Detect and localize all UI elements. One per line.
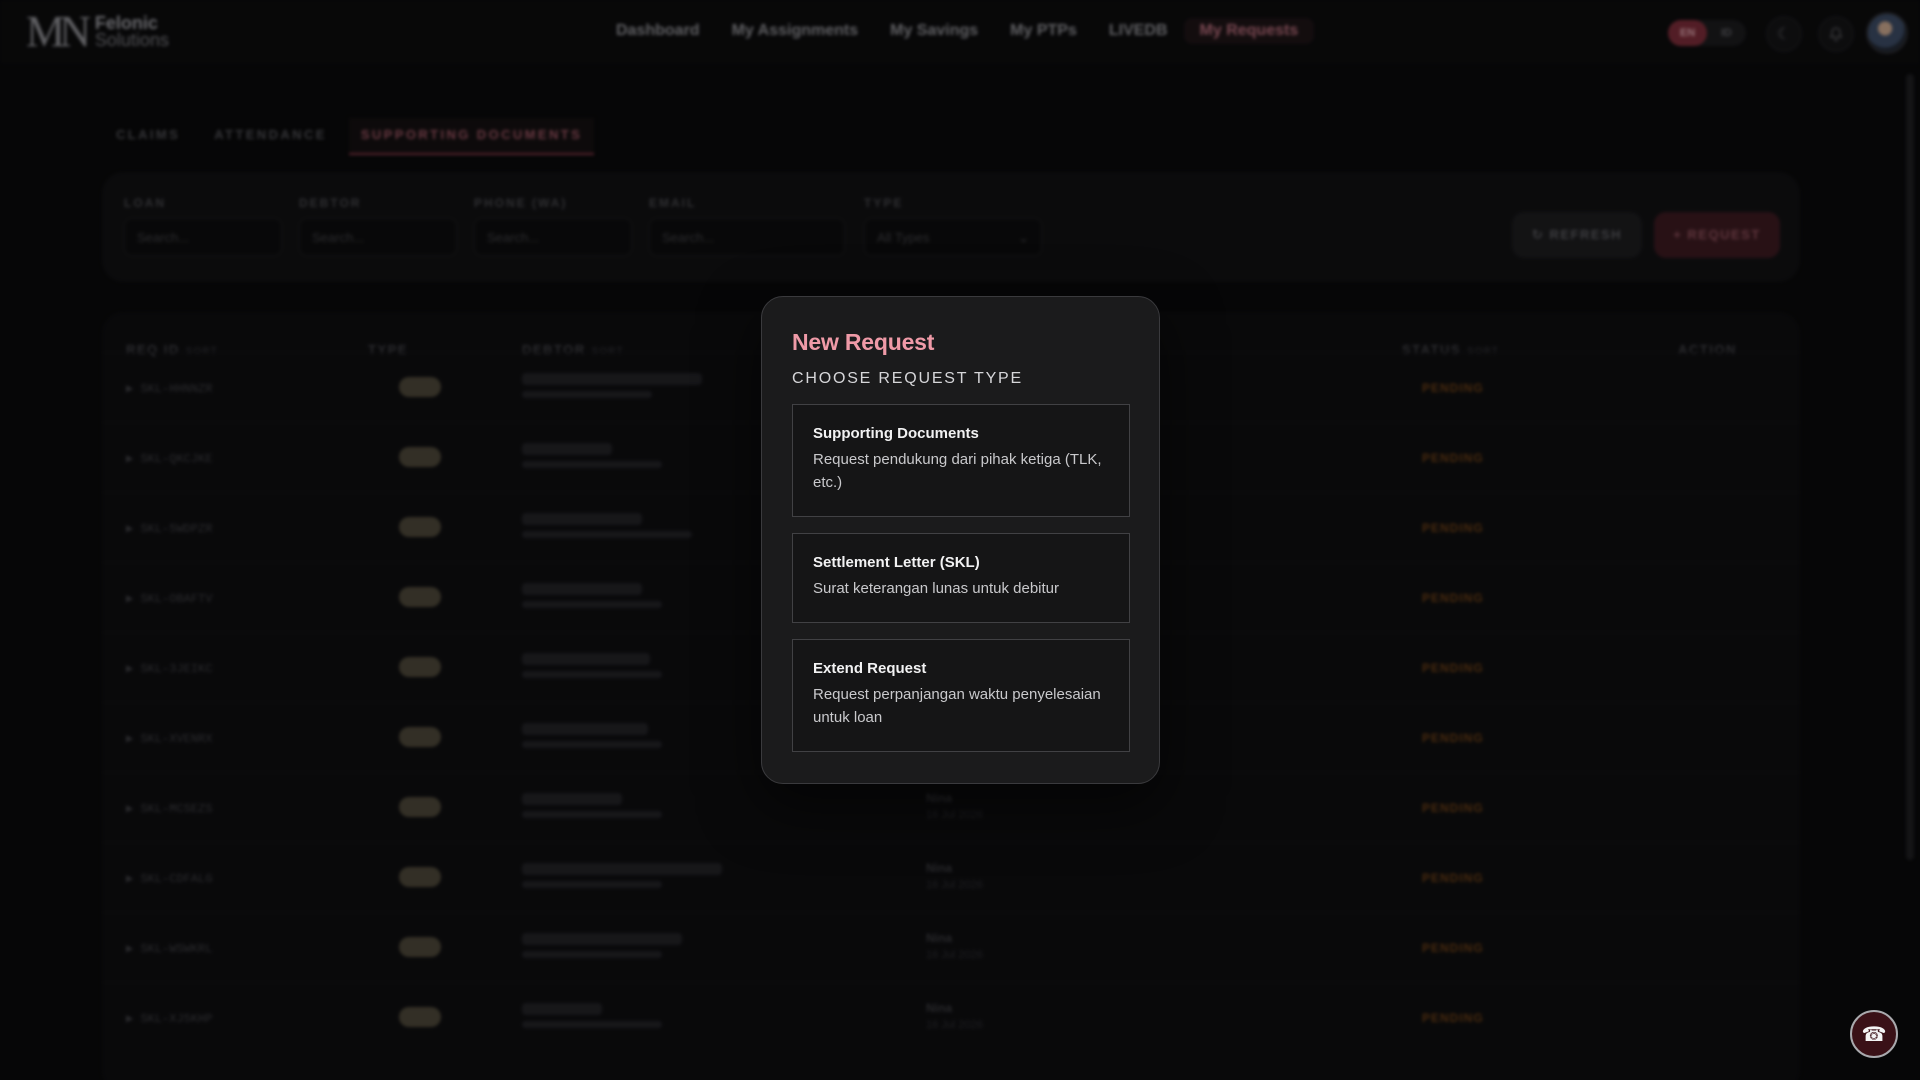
option-title: Settlement Letter (SKL) <box>813 554 980 571</box>
new-request-modal: New Request CHOOSE REQUEST TYPE Supporti… <box>761 296 1160 784</box>
option-description: Request pendukung dari pihak ketiga (TLK… <box>813 451 1102 491</box>
option-extend-request[interactable]: Extend Request Request perpanjangan wakt… <box>792 639 1130 752</box>
option-supporting-documents[interactable]: Supporting Documents Request pendukung d… <box>792 404 1130 517</box>
modal-title: New Request <box>792 329 935 355</box>
phone-icon: ☎ <box>1861 1023 1887 1046</box>
option-settlement-letter[interactable]: Settlement Letter (SKL) Surat keterangan… <box>792 533 1130 623</box>
option-description: Surat keterangan lunas untuk debitur <box>813 580 1059 597</box>
call-button[interactable]: ☎ <box>1850 1010 1898 1058</box>
modal-subtitle: CHOOSE REQUEST TYPE <box>792 370 1023 387</box>
option-title: Supporting Documents <box>813 425 979 442</box>
option-description: Request perpanjangan waktu penyelesaian … <box>813 686 1101 726</box>
option-title: Extend Request <box>813 660 927 677</box>
